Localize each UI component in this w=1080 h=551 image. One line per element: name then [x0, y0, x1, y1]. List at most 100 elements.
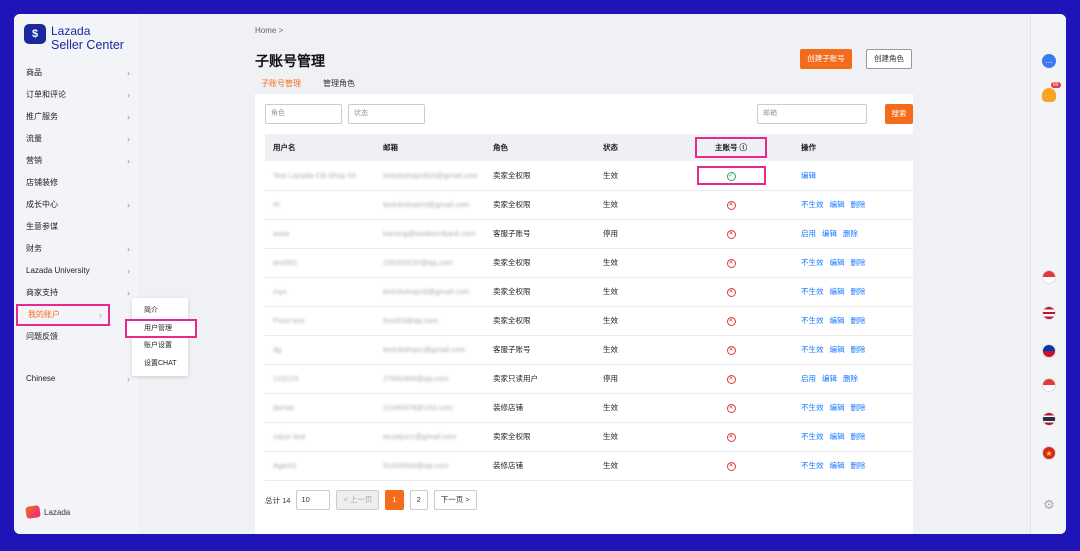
- pagination: 总计 14 10 < 上一页 1 2 下一页 >: [265, 490, 477, 510]
- action-link[interactable]: 不生效: [801, 432, 824, 441]
- username-cell: Test Lazada CB Shop 03: [273, 170, 356, 180]
- create-role-button[interactable]: 创建角色: [866, 49, 912, 69]
- action-link[interactable]: 编辑: [801, 171, 816, 180]
- action-link[interactable]: 删除: [851, 316, 866, 325]
- action-link[interactable]: 编辑: [830, 316, 845, 325]
- username-cell: rh: [273, 200, 280, 209]
- main-account-cell: ✕: [675, 277, 787, 306]
- submenu-item-3[interactable]: 设置CHAT: [132, 355, 188, 373]
- role-filter[interactable]: 角色: [265, 104, 342, 124]
- col-username: 用户名: [273, 143, 296, 152]
- action-link[interactable]: 编辑: [830, 403, 845, 412]
- sidebar-item-label: 订单和评论: [26, 90, 66, 99]
- tab-manage-roles[interactable]: 管理角色: [317, 76, 361, 96]
- sidebar-item-4[interactable]: 营销 ›: [14, 150, 138, 172]
- submenu-item-1[interactable]: 用户管理: [125, 318, 197, 338]
- email-cell: testcbshop18@gmail.com: [383, 287, 470, 296]
- singapore-flag-icon[interactable]: [1042, 378, 1056, 392]
- col-email: 邮箱: [383, 143, 398, 152]
- action-link[interactable]: 编辑: [830, 287, 845, 296]
- bell-icon[interactable]: [1042, 88, 1056, 102]
- search-button[interactable]: 搜索: [885, 104, 913, 124]
- sidebar-item-9[interactable]: Lazada University ›: [14, 260, 138, 282]
- sidebar-item-3[interactable]: 流量 ›: [14, 128, 138, 150]
- sidebar-item-11[interactable]: 我的账户 ›: [16, 304, 110, 326]
- email-cell: testcbshop1@gmail.com: [383, 345, 466, 354]
- action-link[interactable]: 不生效: [801, 200, 824, 209]
- action-link[interactable]: 编辑: [830, 200, 845, 209]
- account-submenu: 简介 用户管理 账户设置 设置CHAT: [125, 298, 197, 376]
- x-circle-icon: ✕: [726, 288, 736, 297]
- action-link[interactable]: 编辑: [830, 258, 845, 267]
- thailand-flag-icon[interactable]: [1042, 412, 1056, 426]
- sidebar-item-2[interactable]: 推广服务 ›: [14, 106, 138, 128]
- action-link[interactable]: 不生效: [801, 461, 824, 470]
- chevron-right-icon: ›: [99, 310, 102, 320]
- submenu-item-2[interactable]: 账户设置: [132, 337, 188, 355]
- username-cell: damai: [273, 403, 294, 412]
- philippines-flag-icon[interactable]: [1042, 344, 1056, 358]
- page-1-button[interactable]: 1: [385, 490, 404, 510]
- sidebar-item-1[interactable]: 订单和评论 ›: [14, 84, 138, 106]
- gear-icon[interactable]: ⚙: [1042, 498, 1056, 512]
- page-size-select[interactable]: 10: [296, 490, 331, 510]
- action-link[interactable]: 编辑: [830, 432, 845, 441]
- action-link[interactable]: 删除: [851, 432, 866, 441]
- action-link[interactable]: 删除: [843, 374, 858, 383]
- prev-page-button[interactable]: < 上一页: [336, 490, 380, 510]
- action-link[interactable]: 删除: [843, 229, 858, 238]
- action-link[interactable]: 删除: [851, 200, 866, 209]
- action-link[interactable]: 编辑: [830, 345, 845, 354]
- action-link[interactable]: 启用: [801, 374, 816, 383]
- sidebar-item-12[interactable]: 问题反馈: [14, 326, 138, 348]
- action-link[interactable]: 不生效: [801, 316, 824, 325]
- action-link[interactable]: 编辑: [822, 374, 837, 383]
- action-link[interactable]: 删除: [851, 345, 866, 354]
- sidebar: $ Lazada Seller Center 商品 › 订单和评论 › 推广服务 › 流量 ›…: [14, 14, 138, 534]
- col-role: 角色: [493, 143, 508, 152]
- sidebar-item-label: Chinese: [26, 374, 56, 383]
- action-link[interactable]: 不生效: [801, 345, 824, 354]
- sidebar-item-10[interactable]: 商家支持 ›: [14, 282, 138, 304]
- action-link[interactable]: 删除: [851, 258, 866, 267]
- action-link[interactable]: 编辑: [830, 461, 845, 470]
- lazada-heart-icon: [25, 505, 41, 519]
- actions-cell: 不生效 编辑 删除: [787, 306, 913, 335]
- action-link[interactable]: 删除: [851, 403, 866, 412]
- indonesia-flag-icon[interactable]: [1042, 270, 1056, 284]
- sidebar-item-label: 营销: [26, 156, 42, 165]
- page-2-button[interactable]: 2: [409, 490, 428, 510]
- chat-icon[interactable]: …: [1042, 54, 1056, 68]
- chevron-right-icon: ›: [127, 266, 130, 276]
- action-link[interactable]: 编辑: [822, 229, 837, 238]
- vietnam-flag-icon[interactable]: ★: [1042, 446, 1056, 460]
- sidebar-item-13[interactable]: Chinese ›: [14, 368, 138, 390]
- next-page-button[interactable]: 下一页 >: [433, 490, 477, 510]
- sidebar-item-8[interactable]: 财务 ›: [14, 238, 138, 260]
- sidebar-item-5[interactable]: 店铺装修: [14, 172, 138, 194]
- action-link[interactable]: 启用: [801, 229, 816, 238]
- sidebar-item-6[interactable]: 成长中心 ›: [14, 194, 138, 216]
- check-circle-icon: ✓: [726, 171, 736, 181]
- action-link[interactable]: 删除: [851, 461, 866, 470]
- role-cell: 卖家全权限: [493, 287, 531, 296]
- status-cell: 生效: [603, 316, 618, 325]
- action-link[interactable]: 不生效: [801, 403, 824, 412]
- main-account-header-highlight: 主账号 ⓘ: [694, 137, 768, 158]
- submenu-item-0[interactable]: 简介: [132, 302, 188, 320]
- create-sub-account-button[interactable]: 创建子账号: [800, 49, 852, 69]
- breadcrumb[interactable]: Home >: [255, 26, 283, 35]
- main-account-cell: ✕: [675, 335, 787, 364]
- logo[interactable]: $ Lazada Seller Center: [24, 24, 134, 60]
- role-cell: 装修店铺: [493, 403, 523, 412]
- sidebar-item-0[interactable]: 商品 ›: [14, 62, 138, 84]
- x-circle-icon: ✕: [726, 404, 736, 413]
- tab-sub-accounts[interactable]: 子账号管理: [255, 76, 307, 96]
- email-search-input[interactable]: 邮箱: [757, 104, 867, 124]
- action-link[interactable]: 删除: [851, 287, 866, 296]
- malaysia-flag-icon[interactable]: [1042, 306, 1056, 320]
- action-link[interactable]: 不生效: [801, 258, 824, 267]
- action-link[interactable]: 不生效: [801, 287, 824, 296]
- sidebar-item-7[interactable]: 生意参谋: [14, 216, 138, 238]
- status-filter[interactable]: 状态: [348, 104, 425, 124]
